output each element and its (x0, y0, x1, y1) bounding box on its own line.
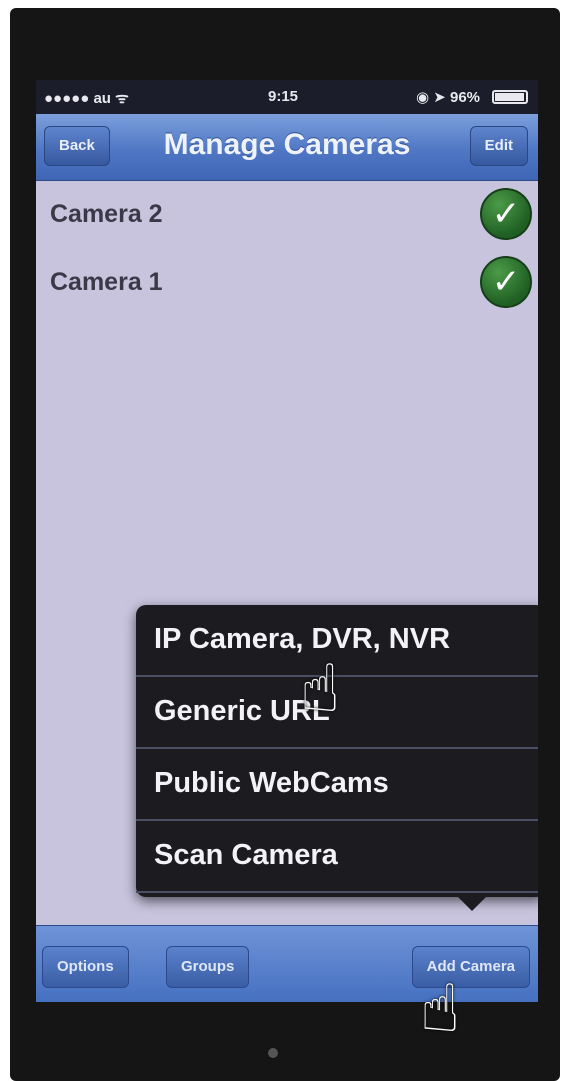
carrier-signal: ●●●●● au ᯤ (44, 90, 129, 107)
pointing-hand-icon: ☝ (420, 971, 461, 1045)
battery-icon (492, 90, 528, 104)
menu-item-label: Scan Camera (154, 839, 338, 871)
options-button[interactable]: Options (42, 946, 129, 988)
edit-button[interactable]: Edit (469, 126, 528, 166)
camera-row-2[interactable]: Camera 2 ✓ (36, 180, 538, 248)
status-indicators: ◉ ➤ 96% (415, 89, 480, 106)
screen: ●●●●● au ᯤ 9:15 ◉ ➤ 96% Back Manage Came… (36, 80, 538, 1002)
status-time: 9:15 (268, 88, 299, 105)
check-icon[interactable]: ✓ (480, 188, 532, 240)
groups-button[interactable]: Groups (166, 946, 250, 988)
camera-row-1[interactable]: Camera 1 ✓ (36, 248, 538, 316)
navigation-bar: Back Manage Cameras Edit (36, 114, 538, 181)
menu-item-scan-camera[interactable]: Scan Camera (136, 821, 538, 893)
menu-item-label: Public WebCams (154, 767, 389, 799)
camera-list: Camera 2 ✓ Camera 1 ✓ (36, 180, 538, 316)
bottom-toolbar: Options Groups Add Camera (36, 925, 538, 1002)
check-icon[interactable]: ✓ (480, 256, 532, 308)
battery-fill (495, 93, 524, 101)
page-title: Manage Cameras (163, 128, 411, 161)
home-button[interactable] (268, 1048, 278, 1058)
pointing-hand-icon: ☝ (300, 651, 341, 725)
status-bar: ●●●●● au ᯤ 9:15 ◉ ➤ 96% (36, 80, 538, 114)
camera-name: Camera 1 (50, 268, 163, 296)
add-camera-popover: IP Camera, DVR, NVR Generic URL Public W… (136, 605, 538, 911)
camera-name: Camera 2 (50, 200, 163, 228)
popover-arrow (458, 897, 486, 911)
menu-item-public-webcams[interactable]: Public WebCams (136, 749, 538, 821)
phone-frame: ●●●●● au ᯤ 9:15 ◉ ➤ 96% Back Manage Came… (10, 8, 560, 1081)
